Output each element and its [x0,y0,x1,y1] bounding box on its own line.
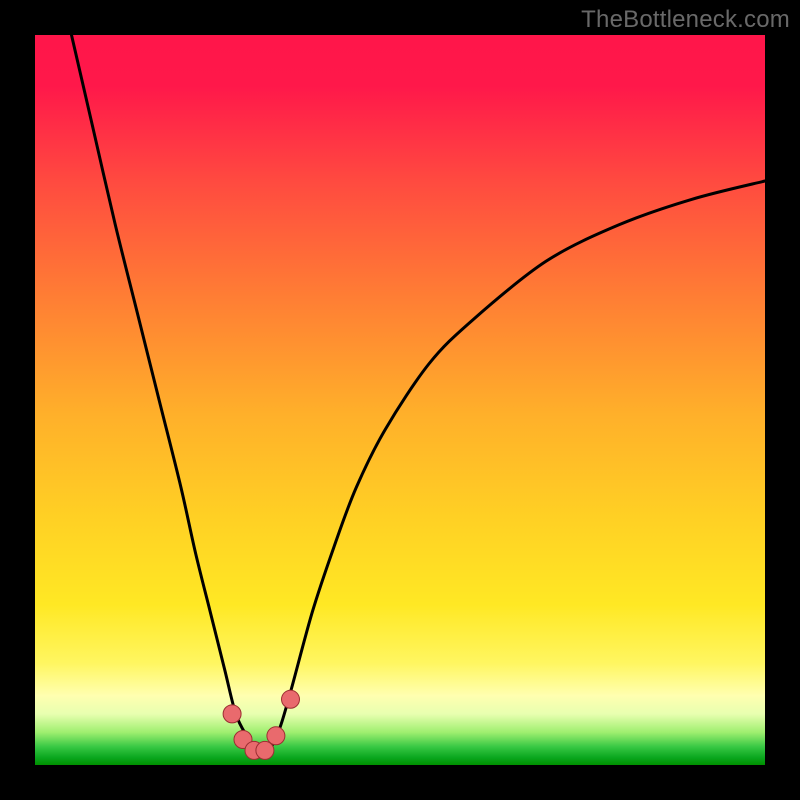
curve-marker [267,727,285,745]
plot-area [35,35,765,765]
bottleneck-curve [35,35,765,765]
chart-frame: TheBottleneck.com [0,0,800,800]
highlight-markers [223,690,299,759]
curve-marker [282,690,300,708]
curve-marker [223,705,241,723]
curve-marker [256,741,274,759]
watermark-text: TheBottleneck.com [581,6,790,34]
